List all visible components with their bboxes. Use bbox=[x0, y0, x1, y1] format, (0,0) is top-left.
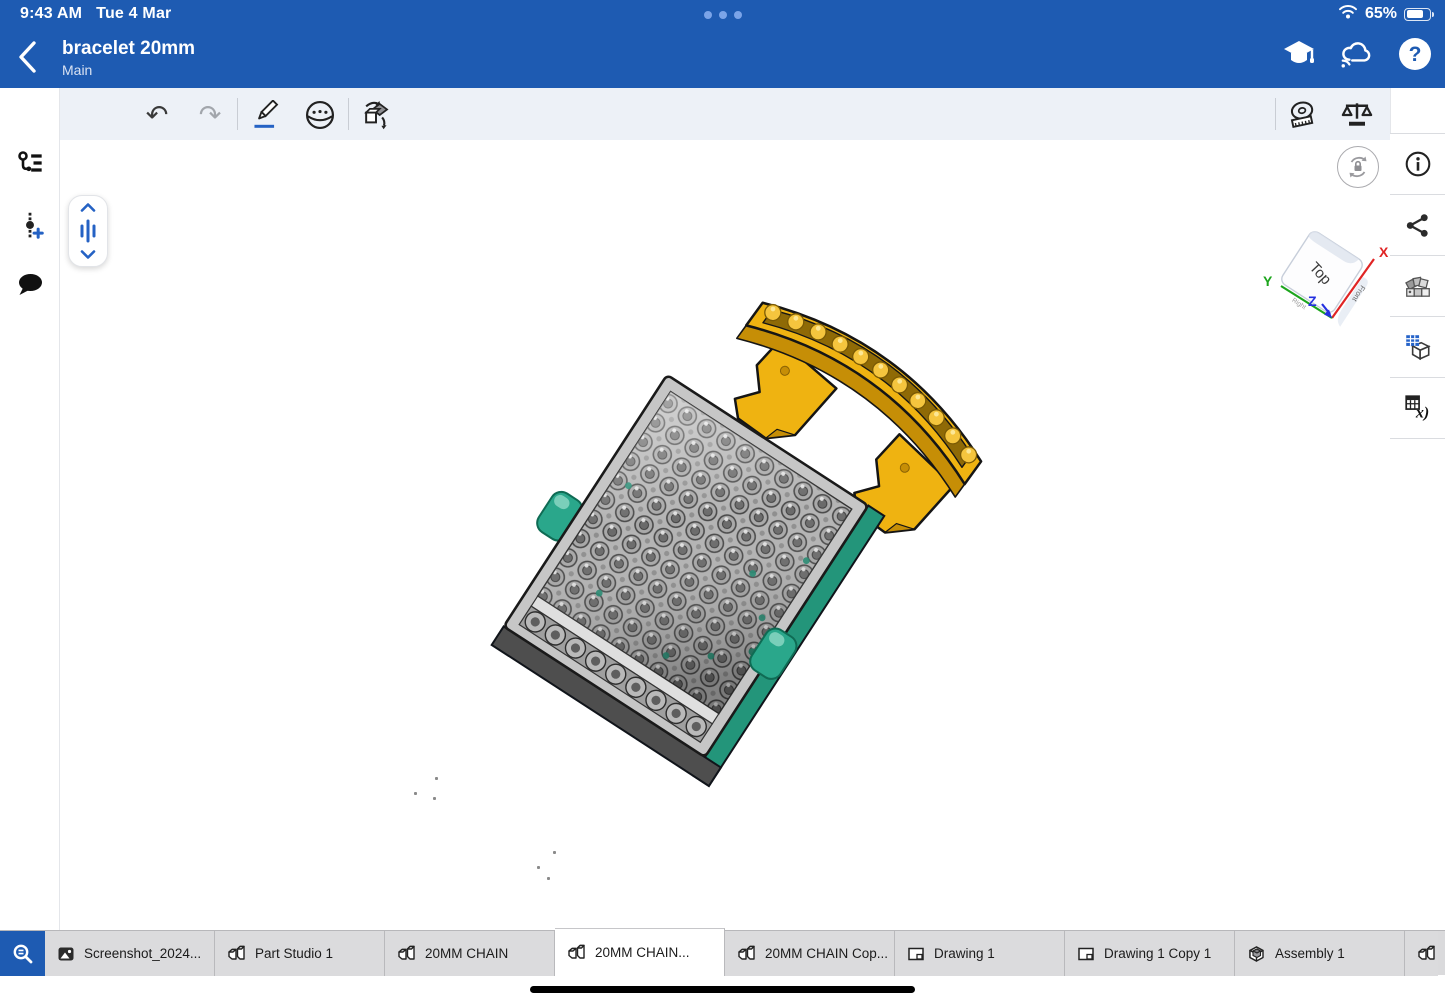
sketch-point[interactable] bbox=[553, 851, 556, 854]
display-states-panel-button[interactable] bbox=[1390, 317, 1445, 378]
cloud-sync-icon bbox=[1341, 42, 1371, 68]
sketch-pencil-icon bbox=[254, 100, 279, 128]
info-panel-button[interactable] bbox=[1390, 134, 1445, 195]
tab-20mm-chain-active[interactable]: 20MM CHAIN... bbox=[555, 928, 725, 976]
undo-button[interactable]: ↶ bbox=[138, 96, 176, 134]
tab-screenshot[interactable]: Screenshot_2024... bbox=[45, 931, 215, 976]
sphere-tool-button[interactable] bbox=[301, 96, 339, 134]
part-studio-icon bbox=[567, 943, 586, 962]
feature-list-icon bbox=[18, 151, 42, 172]
info-icon bbox=[1405, 151, 1430, 177]
sketch-point[interactable] bbox=[537, 866, 540, 869]
part-mesh-plate[interactable] bbox=[504, 375, 869, 757]
chevron-left-icon bbox=[19, 41, 36, 73]
view-cube[interactable]: Top Front Right X Y Z bbox=[1263, 229, 1389, 334]
help-icon: ? bbox=[1399, 38, 1431, 70]
document-tab-bar: Screenshot_2024... Part Studio 1 20MM CH… bbox=[0, 928, 1445, 976]
appearance-swatches-icon bbox=[1404, 276, 1430, 297]
toolbar: ↶ ↷ bbox=[60, 88, 1390, 140]
part-studio-icon bbox=[227, 944, 246, 963]
sketch-point[interactable] bbox=[547, 877, 550, 880]
share-panel-button[interactable] bbox=[1390, 195, 1445, 256]
model-canvas[interactable]: Top Front Right X Y Z bbox=[60, 140, 1390, 930]
comment-button[interactable] bbox=[10, 265, 50, 305]
graduation-cap-icon bbox=[1284, 41, 1314, 63]
tab-drawing-1[interactable]: Drawing 1 bbox=[895, 931, 1065, 976]
multitask-indicator[interactable] bbox=[703, 11, 742, 19]
tab-search-button[interactable] bbox=[0, 931, 45, 976]
comment-icon bbox=[19, 274, 42, 295]
feature-list-button[interactable] bbox=[10, 143, 50, 183]
sketch-point[interactable] bbox=[414, 792, 417, 795]
transform-button[interactable] bbox=[357, 96, 395, 134]
tab-drawing-1-copy-1[interactable]: Drawing 1 Copy 1 bbox=[1065, 931, 1235, 976]
date: Tue 4 Mar bbox=[96, 5, 172, 22]
model-viewport[interactable]: Top Front Right X Y Z bbox=[60, 140, 1390, 930]
tab-20mm-chain-copy[interactable]: 20MM CHAIN Cop... bbox=[725, 931, 895, 976]
clock: 9:43 AM bbox=[20, 5, 83, 22]
drawing-icon bbox=[907, 945, 925, 963]
wifi-icon bbox=[1338, 4, 1358, 24]
svg-text:?: ? bbox=[1409, 43, 1422, 66]
part-studio-icon bbox=[737, 944, 756, 963]
search-icon bbox=[13, 944, 32, 963]
sketch-button[interactable] bbox=[247, 96, 285, 134]
balance-scale-icon bbox=[1341, 103, 1373, 126]
onshape-app: 9:43 AM Tue 4 Mar 65% bracelet 20mm Main bbox=[0, 0, 1445, 1004]
insert-feature-button[interactable] bbox=[10, 205, 50, 245]
sketch-point[interactable] bbox=[433, 797, 436, 800]
transform-icon bbox=[364, 100, 389, 130]
tab-partial[interactable] bbox=[1405, 931, 1438, 976]
redo-button[interactable]: ↷ bbox=[191, 96, 229, 134]
insert-feature-icon bbox=[26, 212, 44, 239]
help-button[interactable]: ? bbox=[1397, 36, 1433, 72]
redo-icon: ↷ bbox=[198, 99, 222, 130]
drawing-icon bbox=[1077, 945, 1095, 963]
offline-sync-button[interactable] bbox=[1339, 36, 1375, 72]
undo-icon: ↶ bbox=[145, 99, 169, 130]
left-sidebar bbox=[0, 88, 60, 930]
axis-y-label: Y bbox=[1263, 273, 1273, 289]
toolbar-separator bbox=[348, 98, 349, 130]
sphere-tool-icon bbox=[305, 100, 335, 130]
tab-20mm-chain[interactable]: 20MM CHAIN bbox=[385, 931, 555, 976]
battery-percent: 65% bbox=[1364, 5, 1397, 22]
variables-icon: x) bbox=[1404, 395, 1429, 422]
document-title: bracelet 20mm bbox=[62, 38, 196, 59]
tab-part-studio-1[interactable]: Part Studio 1 bbox=[215, 931, 385, 976]
back-button[interactable] bbox=[16, 40, 46, 74]
assembly-icon bbox=[1247, 944, 1266, 963]
view-cube-right-label: Right bbox=[1291, 297, 1308, 311]
part-studio-icon bbox=[397, 944, 416, 963]
appearance-panel-button[interactable] bbox=[1390, 256, 1445, 317]
right-panel: x) bbox=[1390, 88, 1445, 930]
svg-text:x): x) bbox=[1414, 405, 1428, 422]
workspace-name: Main bbox=[62, 62, 93, 78]
toolbar-separator bbox=[1275, 98, 1276, 130]
toolbar-separator bbox=[237, 98, 238, 130]
part-studio-icon bbox=[1417, 944, 1436, 963]
axis-x-label: X bbox=[1379, 244, 1389, 260]
sketch-point[interactable] bbox=[435, 777, 438, 780]
measure-tape-icon bbox=[1290, 101, 1314, 129]
learning-center-button[interactable] bbox=[1281, 36, 1317, 72]
mass-properties-button[interactable] bbox=[1338, 96, 1376, 134]
image-icon bbox=[57, 945, 75, 963]
variables-panel-button[interactable]: x) bbox=[1390, 378, 1445, 439]
measure-button[interactable] bbox=[1284, 96, 1322, 134]
top-header: 9:43 AM Tue 4 Mar 65% bracelet 20mm Main bbox=[0, 0, 1445, 88]
tab-assembly-1[interactable]: Assembly 1 bbox=[1235, 931, 1405, 976]
battery-icon bbox=[1404, 7, 1434, 21]
display-states-icon bbox=[1405, 335, 1431, 361]
home-indicator[interactable] bbox=[530, 986, 915, 993]
axis-z-label: Z bbox=[1308, 293, 1317, 309]
status-bar: 9:43 AM Tue 4 Mar 65% bbox=[0, 0, 1445, 30]
share-icon bbox=[1406, 213, 1428, 237]
